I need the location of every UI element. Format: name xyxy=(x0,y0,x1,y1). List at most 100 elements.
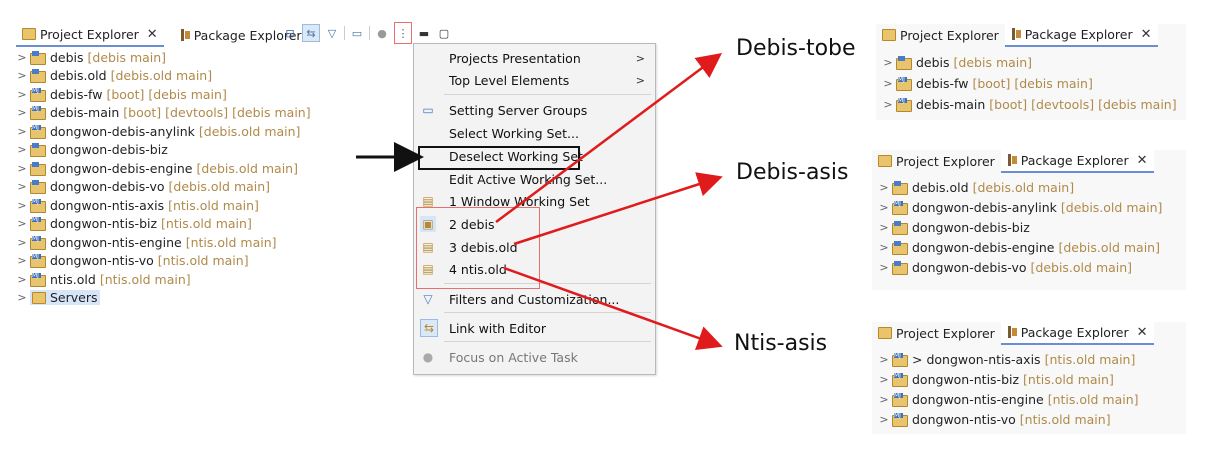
chevron-right-icon[interactable]: > xyxy=(16,236,28,249)
chevron-right-icon[interactable]: > xyxy=(16,106,28,119)
item-meta: [ntis.old main] xyxy=(1023,371,1114,387)
close-icon[interactable]: ✕ xyxy=(147,27,158,42)
tab-project-explorer[interactable]: Project Explorer ✕ xyxy=(16,23,164,47)
chevron-right-icon[interactable]: > xyxy=(878,181,890,194)
maven-project-icon xyxy=(30,87,46,102)
tab-package-explorer[interactable]: Package Explorer ✕ xyxy=(1000,321,1154,345)
menu-item-filters[interactable]: ▽ Filters and Customization... xyxy=(414,288,655,310)
tree-item[interactable]: > dongwon-ntis-vo[ntis.old main] xyxy=(878,409,1139,429)
toolbar-divider xyxy=(344,26,345,40)
project-explorer-main: Project Explorer ✕ Package Explorer > deb… xyxy=(16,23,416,374)
close-icon[interactable]: ✕ xyxy=(1137,153,1148,168)
tree-item-ntis-old[interactable]: > ntis.old[ntis.old main] xyxy=(16,270,311,289)
tree-item-dongwon-ntis-biz[interactable]: > dongwon-ntis-biz[ntis.old main] xyxy=(16,215,311,234)
menu-label: Projects Presentation xyxy=(449,50,581,66)
chevron-right-icon[interactable]: > xyxy=(16,291,28,304)
tree-item-dongwon-ntis-axis[interactable]: > dongwon-ntis-axis[ntis.old main] xyxy=(16,196,311,215)
item-name: dongwon-debis-vo xyxy=(50,179,165,195)
item-meta: [ntis.old main] xyxy=(99,271,191,287)
tree-item[interactable]: > dongwon-debis-biz xyxy=(878,217,1162,237)
tree-item[interactable]: > dongwon-debis-engine [debis.old main] xyxy=(878,237,1162,257)
chevron-right-icon[interactable]: > xyxy=(882,77,894,90)
tree-item-servers[interactable]: > Servers xyxy=(16,289,311,308)
tree-item[interactable]: > debis-fw[boot] [debis main] xyxy=(882,73,1177,94)
tree-item[interactable]: > debis-main[boot] [devtools] [debis main… xyxy=(882,94,1177,115)
project-icon xyxy=(892,240,908,255)
focus-task-icon[interactable]: ● xyxy=(374,25,390,41)
menu-separator xyxy=(444,312,651,313)
menu-item-edit-active-working-set[interactable]: Edit Active Working Set... xyxy=(414,168,655,190)
item-name: > dongwon-ntis-axis xyxy=(912,351,1041,367)
minimize-icon[interactable]: ▬ xyxy=(416,25,432,41)
item-meta: [boot] [debis main] xyxy=(106,86,227,102)
window-icon[interactable]: ▭ xyxy=(349,25,365,41)
tab-label: Project Explorer xyxy=(40,26,139,42)
menu-item-setting-server-groups[interactable]: ▭ Setting Server Groups xyxy=(414,99,655,121)
filter-icon[interactable]: ▽ xyxy=(324,25,340,41)
chevron-right-icon[interactable]: > xyxy=(16,125,28,138)
tab-project-explorer[interactable]: Project Explorer xyxy=(872,322,1001,344)
tree-item[interactable]: > dongwon-ntis-biz[ntis.old main] xyxy=(878,369,1139,389)
project-icon xyxy=(892,180,908,195)
chevron-right-icon[interactable]: > xyxy=(16,69,28,82)
collapse-all-icon[interactable]: ⊟ xyxy=(282,25,298,41)
chevron-right-icon[interactable]: > xyxy=(16,217,28,230)
chevron-right-icon[interactable]: > xyxy=(878,221,890,234)
tree-item[interactable]: > debis [debis main] xyxy=(882,52,1177,73)
tree-item-debis-fw[interactable]: > debis-fw[boot] [debis main] xyxy=(16,85,311,104)
tree-item-debis-old[interactable]: > debis.old [debis.old main] xyxy=(16,67,311,86)
chevron-right-icon[interactable]: > xyxy=(878,393,890,406)
tree-item-dongwon-ntis-vo[interactable]: > dongwon-ntis-vo[ntis.old main] xyxy=(16,252,311,271)
tree-item-dongwon-debis-biz[interactable]: > dongwon-debis-biz xyxy=(16,141,311,160)
link-with-editor-icon[interactable]: ⇆ xyxy=(302,24,320,42)
tree-item-dongwon-ntis-engine[interactable]: > dongwon-ntis-engine[ntis.old main] xyxy=(16,233,311,252)
tree-item-dongwon-debis-vo[interactable]: > dongwon-debis-vo [debis.old main] xyxy=(16,178,311,197)
chevron-right-icon[interactable]: > xyxy=(882,98,894,111)
menu-item-projects-presentation[interactable]: Projects Presentation > xyxy=(414,47,655,69)
item-meta: [debis.old main] xyxy=(1030,259,1133,275)
tree-item[interactable]: > dongwon-debis-anylink[debis.old main] xyxy=(878,197,1162,217)
tree-item[interactable]: > debis.old [debis.old main] xyxy=(878,177,1162,197)
tree-item-debis[interactable]: > debis [debis main] xyxy=(16,48,311,67)
maven-project-icon xyxy=(892,352,908,367)
chevron-right-icon[interactable]: > xyxy=(16,199,28,212)
chevron-right-icon[interactable]: > xyxy=(16,273,28,286)
tab-project-explorer[interactable]: Project Explorer xyxy=(876,24,1005,46)
menu-item-focus-on-active-task[interactable]: ● Focus on Active Task xyxy=(414,346,655,368)
tree-item-dongwon-debis-engine[interactable]: > dongwon-debis-engine [debis.old main] xyxy=(16,159,311,178)
tree-item[interactable]: > dongwon-debis-vo [debis.old main] xyxy=(878,257,1162,277)
tree-item[interactable]: > dongwon-ntis-engine[ntis.old main] xyxy=(878,389,1139,409)
item-name: dongwon-ntis-biz xyxy=(912,371,1020,387)
chevron-right-icon[interactable]: > xyxy=(882,56,894,69)
tab-package-explorer[interactable]: Package Explorer ✕ xyxy=(1000,149,1154,173)
chevron-right-icon[interactable]: > xyxy=(16,143,28,156)
chevron-right-icon[interactable]: > xyxy=(16,254,28,267)
panel-tree: >debis.old[debis.old main] >dongwon-debi… xyxy=(878,177,1162,277)
menu-item-link-with-editor[interactable]: ⇆ Link with Editor xyxy=(414,317,655,339)
chevron-right-icon[interactable]: > xyxy=(878,373,890,386)
chevron-right-icon[interactable]: > xyxy=(16,180,28,193)
tree-item-dongwon-debis-anylink[interactable]: > dongwon-debis-anylink[debis.old main] xyxy=(16,122,311,141)
chevron-right-icon[interactable]: > xyxy=(16,51,28,64)
close-icon[interactable]: ✕ xyxy=(1137,325,1148,340)
tree-item[interactable]: > > dongwon-ntis-axis[ntis.old main] xyxy=(878,349,1139,369)
chevron-right-icon[interactable]: > xyxy=(878,413,890,426)
item-meta: [ntis.old main] xyxy=(1047,391,1139,407)
chevron-right-icon[interactable]: > xyxy=(878,261,890,274)
package-explorer-icon xyxy=(1007,326,1017,338)
chevron-right-icon[interactable]: > xyxy=(878,353,890,366)
chevron-right-icon[interactable]: > xyxy=(16,88,28,101)
maximize-icon[interactable]: ▢ xyxy=(436,25,452,41)
menu-item-select-working-set[interactable]: Select Working Set... xyxy=(414,122,655,144)
tab-project-explorer[interactable]: Project Explorer xyxy=(872,150,1001,172)
tab-label: Project Explorer xyxy=(900,27,999,43)
chevron-right-icon[interactable]: > xyxy=(878,241,890,254)
chevron-right-icon[interactable]: > xyxy=(16,162,28,175)
close-icon[interactable]: ✕ xyxy=(1141,27,1152,42)
chevron-right-icon[interactable]: > xyxy=(878,201,890,214)
tree-item-debis-main[interactable]: > debis-main[boot] [devtools] [debis main… xyxy=(16,104,311,123)
view-menu-icon[interactable]: ⋮ xyxy=(394,22,412,44)
tab-package-explorer[interactable]: Package Explorer ✕ xyxy=(1004,23,1158,47)
toolbar-divider xyxy=(369,26,370,40)
menu-item-top-level-elements[interactable]: Top Level Elements > xyxy=(414,69,655,91)
